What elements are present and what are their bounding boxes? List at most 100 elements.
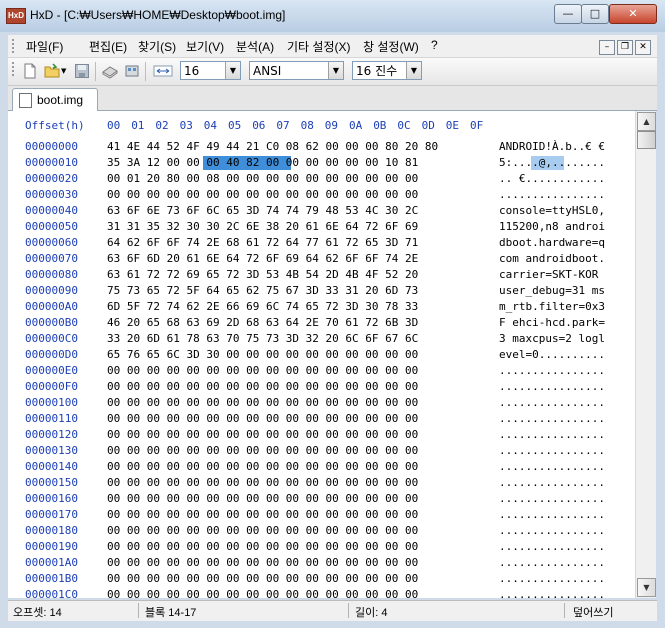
- hex-row[interactable]: 00000050 31 31 35 32 30 30 2C 6E 38 20 61…: [8, 220, 635, 236]
- row-ascii[interactable]: com androidboot.: [499, 252, 605, 265]
- hex-row[interactable]: 00000110 00 00 00 00 00 00 00 00 00 00 00…: [8, 412, 635, 428]
- row-ascii[interactable]: 5:....@,........: [499, 156, 605, 169]
- mdi-restore-button[interactable]: ❐: [617, 40, 633, 55]
- row-bytes[interactable]: 00 01 20 80 00 08 00 00 00 00 00 00 00 0…: [107, 172, 418, 185]
- hex-row[interactable]: 00000160 00 00 00 00 00 00 00 00 00 00 00…: [8, 492, 635, 508]
- hex-row[interactable]: 00000060 64 62 6F 6F 74 2E 68 61 72 64 77…: [8, 236, 635, 252]
- row-bytes[interactable]: 6D 5F 72 74 62 2E 66 69 6C 74 65 72 3D 3…: [107, 300, 418, 313]
- row-ascii[interactable]: ................: [499, 444, 605, 457]
- menu-help[interactable]: ?: [431, 38, 438, 52]
- row-ascii[interactable]: ................: [499, 556, 605, 569]
- maximize-button[interactable]: □: [581, 4, 609, 24]
- bytes-per-row-select[interactable]: 16 ▼: [180, 61, 241, 80]
- hex-row[interactable]: 00000100 00 00 00 00 00 00 00 00 00 00 00…: [8, 396, 635, 412]
- hex-row[interactable]: 00000020 00 01 20 80 00 08 00 00 00 00 00…: [8, 172, 635, 188]
- row-bytes[interactable]: 46 20 65 68 63 69 2D 68 63 64 2E 70 61 7…: [107, 316, 418, 329]
- row-ascii[interactable]: ................: [499, 540, 605, 553]
- row-bytes[interactable]: 75 73 65 72 5F 64 65 62 75 67 3D 33 31 2…: [107, 284, 418, 297]
- row-ascii[interactable]: user_debug=31 ms: [499, 284, 605, 297]
- row-bytes[interactable]: 63 61 72 72 69 65 72 3D 53 4B 54 2D 4B 4…: [107, 268, 418, 281]
- row-bytes[interactable]: 00 00 00 00 00 00 00 00 00 00 00 00 00 0…: [107, 524, 418, 537]
- hex-row[interactable]: 000001B0 00 00 00 00 00 00 00 00 00 00 00…: [8, 572, 635, 588]
- hex-row[interactable]: 00000180 00 00 00 00 00 00 00 00 00 00 00…: [8, 524, 635, 540]
- row-ascii[interactable]: ................: [499, 572, 605, 585]
- minimize-button[interactable]: —: [554, 4, 582, 24]
- menu-file[interactable]: 파일(F): [26, 38, 63, 55]
- ram-editor-icon[interactable]: [124, 63, 140, 79]
- row-ascii[interactable]: carrier=SKT-KOR: [499, 268, 605, 281]
- row-bytes[interactable]: 00 00 00 00 00 00 00 00 00 00 00 00 00 0…: [107, 588, 418, 598]
- row-ascii[interactable]: dboot.hardware=q: [499, 236, 605, 249]
- row-ascii[interactable]: ................: [499, 492, 605, 505]
- row-ascii[interactable]: ................: [499, 428, 605, 441]
- row-ascii[interactable]: ................: [499, 588, 605, 598]
- row-bytes[interactable]: 35 3A 12 00 00 00 40 82 00 00 00 00 00 0…: [107, 156, 418, 169]
- row-bytes[interactable]: 00 00 00 00 00 00 00 00 00 00 00 00 00 0…: [107, 476, 418, 489]
- row-bytes[interactable]: 00 00 00 00 00 00 00 00 00 00 00 00 00 0…: [107, 556, 418, 569]
- open-folder-icon[interactable]: [44, 63, 60, 79]
- hex-row[interactable]: 00000130 00 00 00 00 00 00 00 00 00 00 00…: [8, 444, 635, 460]
- row-ascii[interactable]: 3 maxcpus=2 logl: [499, 332, 605, 345]
- row-ascii[interactable]: ................: [499, 380, 605, 393]
- row-bytes[interactable]: 00 00 00 00 00 00 00 00 00 00 00 00 00 0…: [107, 444, 418, 457]
- row-ascii[interactable]: ................: [499, 364, 605, 377]
- row-bytes[interactable]: 00 00 00 00 00 00 00 00 00 00 00 00 00 0…: [107, 428, 418, 441]
- menu-extras[interactable]: 기타 설정(X): [287, 38, 351, 55]
- row-ascii[interactable]: ................: [499, 524, 605, 537]
- row-ascii[interactable]: 115200,n8 androi: [499, 220, 605, 233]
- hex-row[interactable]: 000000A0 6D 5F 72 74 62 2E 66 69 6C 74 65…: [8, 300, 635, 316]
- row-bytes[interactable]: 65 76 65 6C 3D 30 00 00 00 00 00 00 00 0…: [107, 348, 418, 361]
- hex-row[interactable]: 00000000 41 4E 44 52 4F 49 44 21 C0 08 62…: [8, 140, 635, 156]
- row-bytes[interactable]: 41 4E 44 52 4F 49 44 21 C0 08 62 00 00 0…: [107, 140, 438, 153]
- menu-analysis[interactable]: 분석(A): [236, 38, 274, 55]
- scroll-up-button[interactable]: ▲: [637, 112, 656, 131]
- row-ascii[interactable]: ................: [499, 396, 605, 409]
- row-bytes[interactable]: 00 00 00 00 00 00 00 00 00 00 00 00 00 0…: [107, 188, 418, 201]
- row-bytes[interactable]: 31 31 35 32 30 30 2C 6E 38 20 61 6E 64 7…: [107, 220, 418, 233]
- hex-row[interactable]: 00000080 63 61 72 72 69 65 72 3D 53 4B 54…: [8, 268, 635, 284]
- hex-row[interactable]: 000001C0 00 00 00 00 00 00 00 00 00 00 00…: [8, 588, 635, 598]
- disk-editor-icon[interactable]: [102, 63, 118, 79]
- row-bytes[interactable]: 00 00 00 00 00 00 00 00 00 00 00 00 00 0…: [107, 540, 418, 553]
- row-bytes[interactable]: 63 6F 6E 73 6F 6C 65 3D 74 74 79 48 53 4…: [107, 204, 418, 217]
- row-ascii[interactable]: ................: [499, 460, 605, 473]
- row-ascii[interactable]: F ehci-hcd.park=: [499, 316, 605, 329]
- menu-edit[interactable]: 편집(E): [89, 38, 127, 55]
- row-bytes[interactable]: 33 20 6D 61 78 63 70 75 73 3D 32 20 6C 6…: [107, 332, 418, 345]
- hex-row[interactable]: 00000150 00 00 00 00 00 00 00 00 00 00 00…: [8, 476, 635, 492]
- scroll-thumb[interactable]: [637, 131, 656, 149]
- new-file-icon[interactable]: [22, 63, 38, 79]
- row-ascii[interactable]: ................: [499, 188, 605, 201]
- hex-row[interactable]: 000001A0 00 00 00 00 00 00 00 00 00 00 00…: [8, 556, 635, 572]
- hex-row[interactable]: 00000190 00 00 00 00 00 00 00 00 00 00 00…: [8, 540, 635, 556]
- hex-row[interactable]: 00000030 00 00 00 00 00 00 00 00 00 00 00…: [8, 188, 635, 204]
- hex-row[interactable]: 00000010 35 3A 12 00 00 00 40 82 00 00 00…: [8, 156, 635, 172]
- row-bytes[interactable]: 00 00 00 00 00 00 00 00 00 00 00 00 00 0…: [107, 380, 418, 393]
- row-ascii[interactable]: evel=0..........: [499, 348, 605, 361]
- row-bytes[interactable]: 00 00 00 00 00 00 00 00 00 00 00 00 00 0…: [107, 508, 418, 521]
- open-dropdown-icon[interactable]: ▼: [61, 63, 69, 79]
- charset-select[interactable]: ANSI ▼: [249, 61, 344, 80]
- row-bytes[interactable]: 00 00 00 00 00 00 00 00 00 00 00 00 00 0…: [107, 460, 418, 473]
- hex-row[interactable]: 000000C0 33 20 6D 61 78 63 70 75 73 3D 32…: [8, 332, 635, 348]
- row-ascii[interactable]: m_rtb.filter=0x3: [499, 300, 605, 313]
- menu-search[interactable]: 찾기(S): [138, 38, 176, 55]
- hex-row[interactable]: 000000E0 00 00 00 00 00 00 00 00 00 00 00…: [8, 364, 635, 380]
- row-ascii[interactable]: ................: [499, 412, 605, 425]
- mdi-close-button[interactable]: ✕: [635, 40, 651, 55]
- offset-base-select[interactable]: 16 진수 ▼: [352, 61, 422, 80]
- scroll-down-button[interactable]: ▼: [637, 578, 656, 597]
- row-ascii[interactable]: console=ttyHSL0,: [499, 204, 605, 217]
- menu-window[interactable]: 창 설정(W): [363, 38, 419, 55]
- hex-row[interactable]: 000000B0 46 20 65 68 63 69 2D 68 63 64 2E…: [8, 316, 635, 332]
- row-bytes[interactable]: 64 62 6F 6F 74 2E 68 61 72 64 77 61 72 6…: [107, 236, 418, 249]
- row-bytes[interactable]: 00 00 00 00 00 00 00 00 00 00 00 00 00 0…: [107, 572, 418, 585]
- hex-row[interactable]: 00000070 63 6F 6D 20 61 6E 64 72 6F 69 64…: [8, 252, 635, 268]
- row-ascii[interactable]: ................: [499, 508, 605, 521]
- row-ascii[interactable]: ................: [499, 476, 605, 489]
- row-ascii[interactable]: ANDROID!À.b..€ €: [499, 140, 605, 153]
- row-bytes[interactable]: 63 6F 6D 20 61 6E 64 72 6F 69 64 62 6F 6…: [107, 252, 418, 265]
- row-bytes[interactable]: 00 00 00 00 00 00 00 00 00 00 00 00 00 0…: [107, 396, 418, 409]
- hex-row[interactable]: 00000140 00 00 00 00 00 00 00 00 00 00 00…: [8, 460, 635, 476]
- hex-row[interactable]: 000000F0 00 00 00 00 00 00 00 00 00 00 00…: [8, 380, 635, 396]
